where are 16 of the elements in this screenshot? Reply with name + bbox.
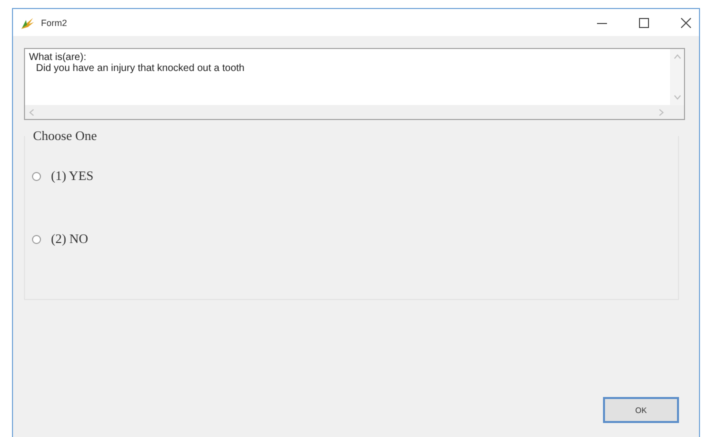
window-title: Form2 [41,18,68,28]
plant-icon [19,16,35,30]
option-label[interactable]: (1) YES [51,168,94,184]
scroll-up-icon[interactable] [674,54,680,59]
ok-button[interactable]: OK [603,397,679,423]
close-icon[interactable] [681,18,691,28]
maximize-icon[interactable] [639,18,649,28]
radio-button[interactable] [32,172,41,180]
question-label: What is(are): [29,52,88,63]
scroll-left-icon[interactable] [29,108,34,116]
question-text: Did you have an injury that knocked out a tooth [35,63,246,74]
question-text-box[interactable]: What is(are): Did you have an injury that knocked out a tooth [24,48,685,120]
option-label[interactable]: (2) NO [51,231,88,247]
radio-button[interactable] [32,234,41,244]
scroll-down-icon[interactable] [674,95,680,100]
scroll-right-icon[interactable] [659,108,664,116]
